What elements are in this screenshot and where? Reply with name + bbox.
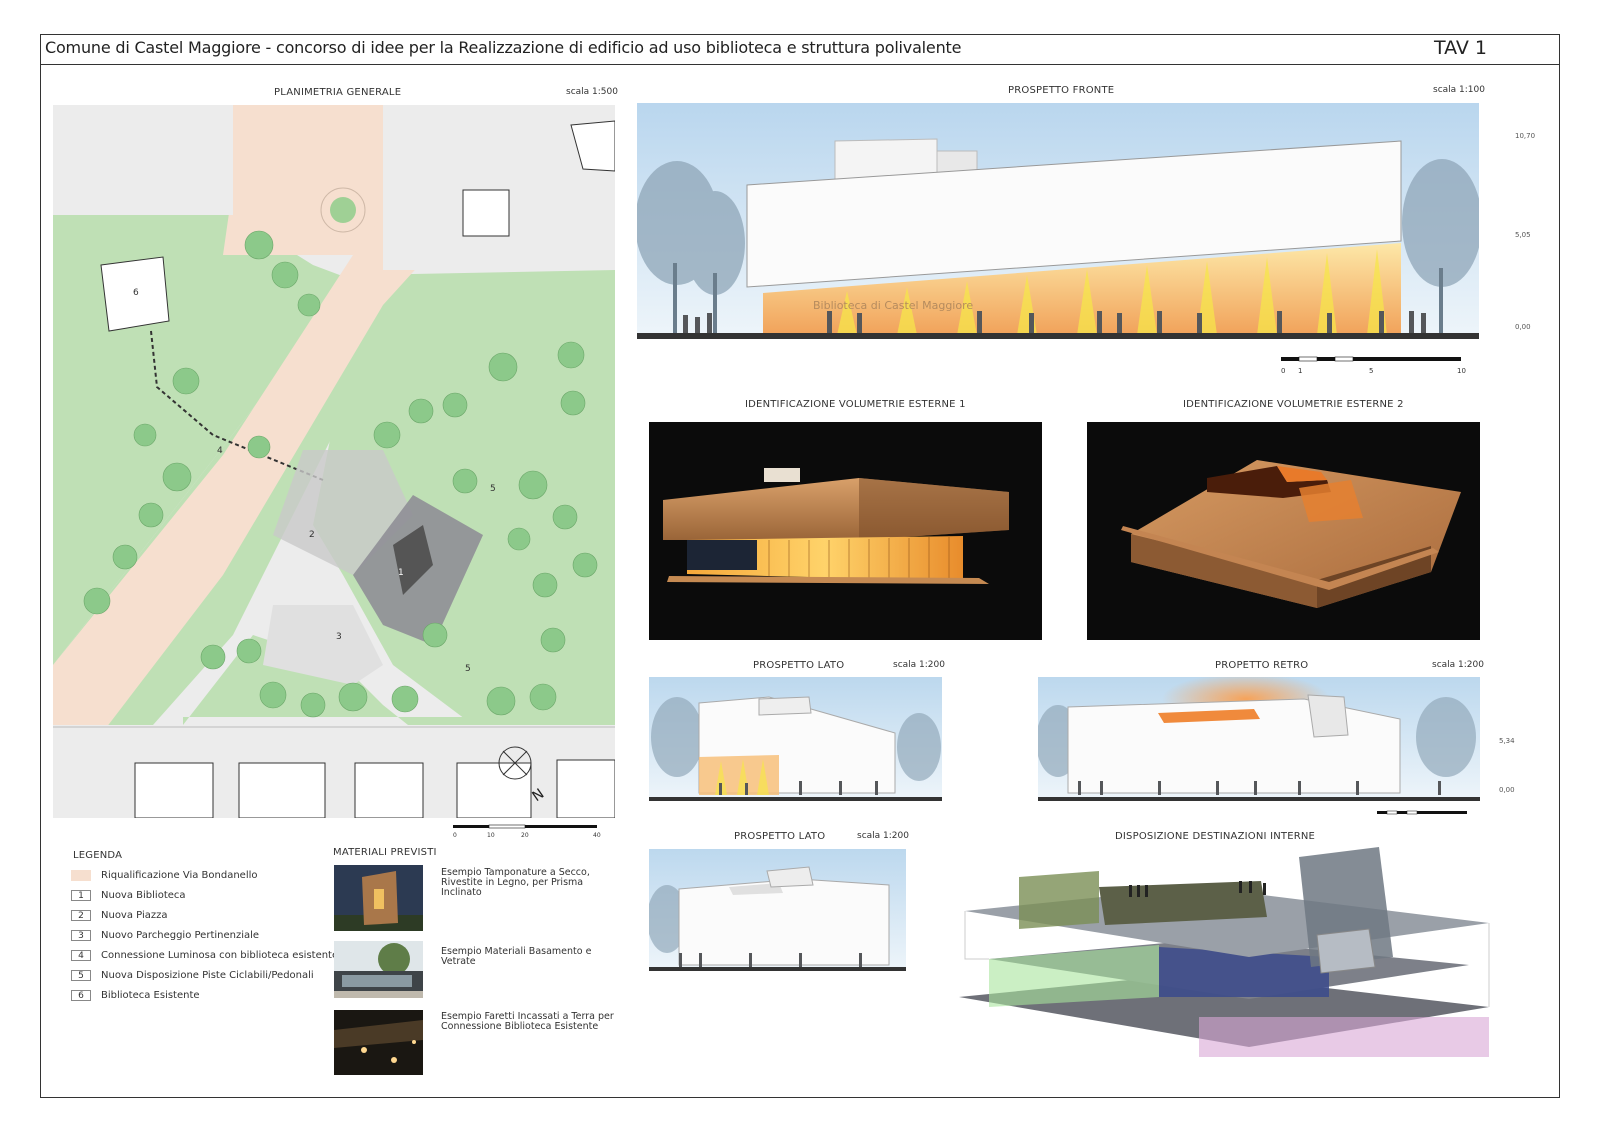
rear-elevation-drawing <box>1038 677 1480 801</box>
legend-item: 4 Connessione Luminosa con biblioteca esi… <box>71 950 338 964</box>
legend-item: Riqualificazione Via Bondanello <box>71 870 258 884</box>
legend-swatch <box>71 870 91 881</box>
legend-item-text: Riqualificazione Via Bondanello <box>101 870 258 881</box>
material-photo-wood-image <box>334 865 423 931</box>
side-elevation-2 <box>649 849 906 971</box>
side-elevation-1-scale: scala 1:200 <box>893 660 945 670</box>
front-scalebar-0: 0 <box>1281 367 1285 375</box>
site-marker-2: 2 <box>309 530 315 540</box>
site-plan-scalebar: 0 10 20 40 <box>453 824 601 839</box>
rear-elevation-title: PROPETTO RETRO <box>1215 660 1309 671</box>
legend-item-text: Biblioteca Esistente <box>101 990 200 1001</box>
materials-title: MATERIALI PREVISTI <box>333 847 437 858</box>
volume-render-1 <box>649 422 1042 640</box>
legend-item-text: Connessione Luminosa con biblioteca esis… <box>101 950 339 961</box>
material-text-3: Esempio Faretti Incassati a Terra per Co… <box>441 1011 614 1032</box>
legend-item: 2 Nuova Piazza <box>71 910 168 924</box>
legend-item: 1 Nuova Biblioteca <box>71 890 186 904</box>
front-scalebar-5: 5 <box>1369 367 1373 375</box>
front-level-3: 0,00 <box>1515 323 1531 331</box>
volume-2-title: IDENTIFICAZIONE VOLUMETRIE ESTERNE 2 <box>1183 399 1404 410</box>
site-marker-3: 3 <box>336 632 342 642</box>
side-elevation-2-title: PROSPETTO LATO <box>734 831 826 842</box>
side-elevation-1 <box>649 677 942 801</box>
legend-item: 3 Nuovo Parcheggio Pertinenziale <box>71 930 259 944</box>
legend-key: 1 <box>71 890 91 901</box>
side-elevation-1-drawing <box>649 677 942 801</box>
site-scalebar-10: 10 <box>487 832 495 839</box>
rear-level-1: 5,34 <box>1499 737 1515 745</box>
side-elevation-2-drawing <box>649 849 906 971</box>
side-elevation-1-title: PROSPETTO LATO <box>753 660 845 671</box>
site-marker-4: 4 <box>217 446 223 456</box>
rear-elevation-scale: scala 1:200 <box>1432 660 1484 670</box>
site-marker-5b: 5 <box>465 664 471 674</box>
site-plan-drawing: 6 4 2 1 3 5 5 N <box>53 105 615 818</box>
legend-item-text: Nuova Disposizione Piste Ciclabili/Pedon… <box>101 970 314 981</box>
front-elevation-drawing: Biblioteca di Castel Maggiore <box>637 103 1479 339</box>
site-marker-6: 6 <box>133 288 139 298</box>
planimetria-scale: scala 1:500 <box>566 87 618 97</box>
legend-item: 6 Biblioteca Esistente <box>71 990 200 1004</box>
sheet-title: Comune di Castel Maggiore - concorso di … <box>45 38 962 57</box>
legend-key: 4 <box>71 950 91 961</box>
front-level-2: 5,05 <box>1515 231 1531 239</box>
front-elevation-title: PROSPETTO FRONTE <box>1008 85 1115 96</box>
rear-level-2: 0,00 <box>1499 786 1515 794</box>
site-plan: 6 4 2 1 3 5 5 N <box>53 105 615 818</box>
legend-key: 5 <box>71 970 91 981</box>
front-elevation-scale: scala 1:100 <box>1433 85 1485 95</box>
front-elevation: Biblioteca di Castel Maggiore <box>637 103 1479 339</box>
material-text-1: Esempio Tamponature a Secco, Rivestite i… <box>441 867 590 898</box>
material-photo-base-image <box>334 941 423 998</box>
site-scalebar-20: 20 <box>521 832 529 839</box>
volume-render-2 <box>1087 422 1480 640</box>
volume-render-2-image <box>1087 422 1480 640</box>
volume-render-1-image <box>649 422 1042 640</box>
legend-item-text: Nuova Piazza <box>101 910 168 921</box>
site-marker-5a: 5 <box>490 484 496 494</box>
volume-1-title: IDENTIFICAZIONE VOLUMETRIE ESTERNE 1 <box>745 399 966 410</box>
site-marker-1: 1 <box>398 568 404 578</box>
sheet-header: Comune di Castel Maggiore - concorso di … <box>41 35 1559 65</box>
legend-key: 2 <box>71 910 91 921</box>
material-photo-wood <box>334 865 423 931</box>
rear-scalebar <box>1377 810 1467 815</box>
drawing-sheet: Comune di Castel Maggiore - concorso di … <box>40 34 1560 1098</box>
material-photo-lights <box>334 1010 423 1075</box>
interior-axonometry-drawing <box>949 847 1509 1075</box>
site-scalebar-40: 40 <box>593 832 601 839</box>
planimetria-title: PLANIMETRIA GENERALE <box>274 87 402 98</box>
legend-key: 6 <box>71 990 91 1001</box>
interior-layout-title: DISPOSIZIONE DESTINAZIONI INTERNE <box>1115 831 1316 842</box>
material-photo-lights-image <box>334 1010 423 1075</box>
material-text-2: Esempio Materiali Basamento e Vetrate <box>441 946 592 967</box>
front-level-1: 10,70 <box>1515 132 1536 140</box>
front-scalebar-1: 1 <box>1298 367 1302 375</box>
rear-elevation <box>1038 677 1480 801</box>
legend-item: 5 Nuova Disposizione Piste Ciclabili/Pedo… <box>71 970 314 984</box>
legend-item-text: Nuovo Parcheggio Pertinenziale <box>101 930 260 941</box>
site-scalebar-0: 0 <box>453 832 457 839</box>
interior-axonometry <box>949 847 1509 1075</box>
legend-item-text: Nuova Biblioteca <box>101 890 186 901</box>
sheet-id: TAV 1 <box>1433 37 1487 59</box>
front-sign: Biblioteca di Castel Maggiore <box>813 299 973 312</box>
legend-key: 3 <box>71 930 91 941</box>
front-scalebar-10: 10 <box>1457 367 1466 375</box>
side-elevation-2-scale: scala 1:200 <box>857 831 909 841</box>
legend-title: LEGENDA <box>73 850 123 861</box>
material-photo-base <box>334 941 423 998</box>
front-scalebar: 0 1 5 10 <box>1281 356 1466 375</box>
